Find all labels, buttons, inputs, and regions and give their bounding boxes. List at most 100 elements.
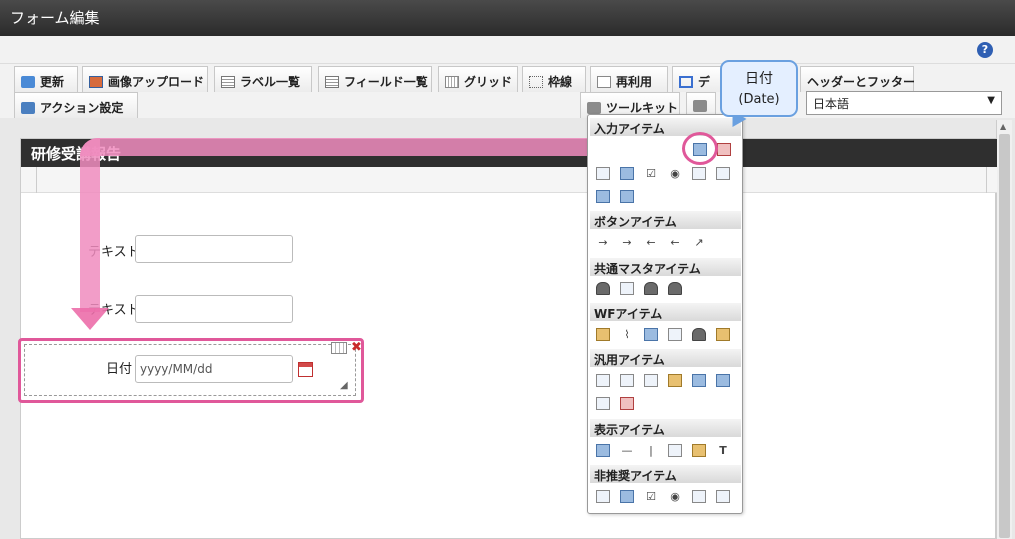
item-palette: 入力アイテム ☑ ◉ ボタンアイテム → → ← ← ↗ 共通マスタアイテム W…: [587, 114, 743, 514]
document-icon[interactable]: [620, 374, 634, 387]
list-item-icon[interactable]: [692, 490, 706, 503]
image-icon[interactable]: [644, 328, 658, 341]
language-value: 日本語: [813, 97, 850, 111]
image-upload-button[interactable]: 画像アップロード: [82, 66, 208, 92]
paperclip-icon[interactable]: ⌇: [620, 328, 634, 341]
update-button[interactable]: 更新: [14, 66, 78, 92]
table-item-icon[interactable]: [620, 167, 634, 180]
grid-label: グリッド: [464, 75, 513, 89]
action-settings-button[interactable]: アクション設定: [14, 92, 138, 118]
vertical-scrollbar[interactable]: ▲: [996, 120, 1012, 539]
upload-doc-icon[interactable]: [692, 374, 706, 387]
stamp-icon[interactable]: [716, 328, 730, 341]
label-display-icon[interactable]: [596, 444, 610, 457]
reuse-button[interactable]: 再利用: [590, 66, 668, 92]
field-list-label: フィールド一覧: [344, 75, 428, 89]
grid-cell: [21, 167, 37, 193]
field-list-button[interactable]: フィールド一覧: [318, 66, 432, 92]
design-icon: [679, 76, 693, 88]
grid-cell: [986, 167, 987, 193]
window-title: フォーム編集: [0, 0, 1015, 36]
approver-icon[interactable]: [692, 328, 706, 341]
button-back-icon[interactable]: ←: [644, 236, 658, 249]
help-icon[interactable]: ?: [977, 42, 993, 58]
label-list-label: ラベル一覧: [240, 75, 301, 89]
form-grid-header: [21, 167, 997, 193]
update-label: 更新: [40, 75, 65, 89]
close-icon[interactable]: ✖: [351, 340, 362, 355]
select-item-icon[interactable]: [596, 490, 610, 503]
vertical-line-icon[interactable]: |: [644, 444, 658, 457]
date-field-label: 日付: [106, 362, 133, 377]
reuse-label: 再利用: [616, 75, 653, 89]
panel-icon[interactable]: [596, 397, 610, 410]
chevron-down-icon: ▼: [987, 95, 995, 106]
user-icon[interactable]: [596, 282, 610, 295]
card-icon[interactable]: [620, 397, 634, 410]
upload-item-icon[interactable]: [596, 190, 610, 203]
datetime-item-icon[interactable]: [717, 143, 731, 156]
text-input-1[interactable]: [135, 235, 293, 263]
image-upload-label: 画像アップロード: [108, 75, 205, 89]
arrow-head-icon: [71, 308, 109, 330]
checkbox-item-icon[interactable]: ☑: [644, 167, 658, 180]
text-icon[interactable]: T: [716, 444, 730, 457]
table-item-icon[interactable]: [620, 490, 634, 503]
frame-label: 枠線: [548, 75, 573, 89]
calendar-icon[interactable]: [298, 362, 313, 377]
radio-item-icon[interactable]: ◉: [668, 490, 682, 503]
palette-section-general: 汎用アイテム: [590, 349, 741, 367]
checkbox-item-icon[interactable]: ☑: [644, 490, 658, 503]
list-icon: [221, 76, 235, 88]
box-icon[interactable]: [668, 444, 682, 457]
toolkit-icon: [693, 100, 707, 112]
company-icon[interactable]: [668, 282, 682, 295]
document-icon: [597, 76, 611, 88]
button-prev-icon[interactable]: ←: [668, 236, 682, 249]
button-jump-icon[interactable]: ↗: [692, 236, 706, 249]
action-icon: [21, 102, 35, 114]
text-input-2[interactable]: [135, 295, 293, 323]
scroll-up-icon[interactable]: ▲: [1000, 122, 1006, 131]
palette-section-display: 表示アイテム: [590, 419, 741, 437]
language-select[interactable]: 日本語 ▼: [806, 91, 1002, 115]
horizontal-line-icon[interactable]: —: [620, 444, 634, 457]
date-input[interactable]: yyyy/MM/dd: [135, 355, 293, 383]
key-icon[interactable]: [668, 374, 682, 387]
palette-section-wf: WFアイテム: [590, 303, 741, 321]
resize-handle-icon[interactable]: ◢: [340, 380, 348, 391]
refresh-icon: [21, 76, 35, 88]
grid-icon: [445, 76, 459, 88]
button-check-icon[interactable]: →: [596, 236, 610, 249]
header-footer-button[interactable]: ヘッダーとフッター: [800, 66, 916, 92]
picture-icon[interactable]: [692, 444, 706, 457]
grid-button[interactable]: グリッド: [438, 66, 518, 92]
header-footer-label: ヘッダーとフッター: [807, 75, 916, 89]
camera-icon[interactable]: [644, 374, 658, 387]
listbox-item-icon[interactable]: [716, 490, 730, 503]
grid-table-item-icon[interactable]: [620, 190, 634, 203]
list-item-icon[interactable]: [692, 167, 706, 180]
select-item-icon[interactable]: [596, 167, 610, 180]
download-doc-icon[interactable]: [716, 374, 730, 387]
scrollbar-thumb[interactable]: [999, 134, 1010, 538]
history-icon[interactable]: [668, 328, 682, 341]
clipboard-icon[interactable]: [596, 328, 610, 341]
frame-button[interactable]: 枠線: [522, 66, 586, 92]
grid-icon[interactable]: [331, 342, 347, 354]
list-icon: [325, 76, 339, 88]
label-list-button[interactable]: ラベル一覧: [214, 66, 312, 92]
org-user-icon[interactable]: [644, 282, 658, 295]
callout-subtitle: (Date): [738, 92, 780, 107]
date-icon-highlight: [682, 132, 718, 165]
action-settings-label: アクション設定: [40, 101, 124, 115]
button-next-icon[interactable]: →: [620, 236, 634, 249]
building-icon[interactable]: [620, 282, 634, 295]
listbox-item-icon[interactable]: [716, 167, 730, 180]
design-button[interactable]: デ: [672, 66, 722, 92]
radio-item-icon[interactable]: ◉: [668, 167, 682, 180]
frame-icon: [529, 76, 543, 88]
dotted-field-icon[interactable]: [596, 374, 610, 387]
palette-section-button: ボタンアイテム: [590, 211, 741, 229]
palette-section-input: 入力アイテム: [590, 118, 741, 136]
